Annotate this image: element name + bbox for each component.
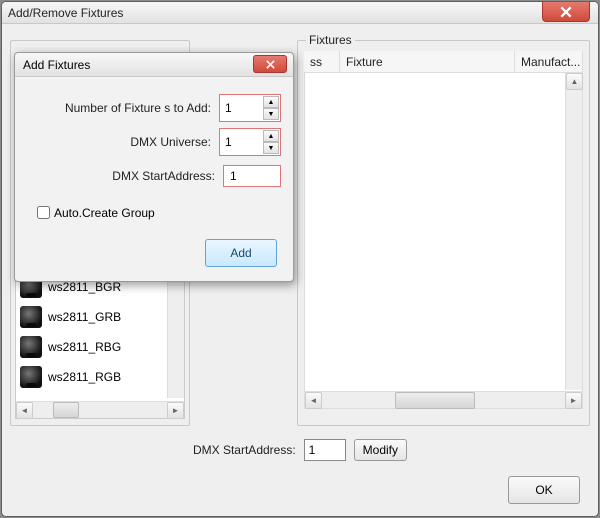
modify-button[interactable]: Modify bbox=[354, 439, 407, 461]
dmx-universe-row: DMX Universe: ▲ ▼ bbox=[27, 125, 281, 159]
num-fixtures-input[interactable] bbox=[221, 96, 263, 120]
fixtures-group-label: Fixtures bbox=[306, 33, 355, 47]
fixture-type-label: ws2811_RBG bbox=[48, 340, 121, 354]
bottom-controls: DMX StartAddress: Modify bbox=[2, 439, 598, 461]
fixture-type-label: ws2811_RGB bbox=[48, 370, 121, 384]
num-fixtures-row: Number of Fixture s to Add: ▲ ▼ bbox=[27, 91, 281, 125]
fixture-icon bbox=[20, 336, 42, 358]
fixtures-groupbox: Fixtures ss Fixture Manufact... ▲ ◄ ► bbox=[297, 40, 590, 426]
close-icon bbox=[265, 59, 276, 70]
scroll-left-icon[interactable]: ◄ bbox=[16, 402, 33, 419]
fixture-icon bbox=[20, 306, 42, 328]
column-ss[interactable]: ss bbox=[304, 51, 340, 72]
dmx-start-label: DMX StartAddress: bbox=[193, 443, 296, 457]
dmx-start-dialog-input[interactable] bbox=[223, 165, 281, 187]
add-button[interactable]: Add bbox=[205, 239, 277, 267]
list-item[interactable]: ws2811_GRB bbox=[16, 302, 167, 332]
spin-down-button[interactable]: ▼ bbox=[263, 142, 279, 154]
fixtures-hscroll[interactable]: ◄ ► bbox=[305, 391, 582, 408]
list-item[interactable]: ws2811_RBG bbox=[16, 332, 167, 362]
scroll-track[interactable] bbox=[322, 392, 565, 409]
column-manufacturer[interactable]: Manufact... bbox=[515, 51, 583, 72]
dialog-body: Number of Fixture s to Add: ▲ ▼ DMX Univ… bbox=[15, 77, 293, 232]
fixture-type-label: ws2811_BGR bbox=[48, 280, 121, 294]
ok-button[interactable]: OK bbox=[508, 476, 580, 504]
dialog-close-button[interactable] bbox=[253, 55, 287, 73]
fixture-list-hscroll[interactable]: ◄ ► bbox=[16, 401, 184, 418]
auto-create-group-checkbox[interactable] bbox=[37, 206, 50, 219]
fixtures-table-body[interactable]: ▲ ◄ ► bbox=[304, 73, 583, 409]
main-close-button[interactable] bbox=[542, 2, 590, 22]
main-window: Add/Remove Fixtures ws2811_BGR ws2811_GR… bbox=[2, 2, 598, 516]
scroll-thumb[interactable] bbox=[53, 402, 79, 418]
fixture-type-label: ws2811_GRB bbox=[48, 310, 121, 324]
dmx-start-row: DMX StartAddress: bbox=[27, 159, 281, 193]
fixture-icon bbox=[20, 366, 42, 388]
main-window-title: Add/Remove Fixtures bbox=[8, 6, 123, 20]
fixtures-vscroll[interactable]: ▲ bbox=[565, 73, 582, 390]
close-icon bbox=[559, 5, 573, 19]
auto-create-group-label: Auto.Create Group bbox=[54, 206, 155, 220]
spin-up-button[interactable]: ▲ bbox=[263, 96, 279, 108]
dialog-title: Add Fixtures bbox=[23, 58, 90, 72]
list-item[interactable]: ws2811_RGB bbox=[16, 362, 167, 392]
scroll-left-icon[interactable]: ◄ bbox=[305, 392, 322, 409]
main-titlebar: Add/Remove Fixtures bbox=[2, 2, 598, 24]
fixture-list-vscroll[interactable] bbox=[167, 272, 184, 398]
scroll-thumb[interactable] bbox=[395, 392, 475, 409]
spin-down-button[interactable]: ▼ bbox=[263, 108, 279, 120]
num-fixtures-label: Number of Fixture s to Add: bbox=[65, 101, 211, 115]
dmx-universe-label: DMX Universe: bbox=[130, 135, 211, 149]
spin-up-button[interactable]: ▲ bbox=[263, 130, 279, 142]
dialog-titlebar[interactable]: Add Fixtures bbox=[15, 53, 293, 77]
scroll-track[interactable] bbox=[33, 402, 167, 418]
main-body: ws2811_BGR ws2811_GRB ws2811_RBG ws2811_… bbox=[2, 24, 598, 516]
scroll-up-icon[interactable]: ▲ bbox=[566, 73, 583, 90]
fixtures-table-header: ss Fixture Manufact... bbox=[304, 51, 583, 73]
dmx-start-input[interactable] bbox=[304, 439, 346, 461]
fixture-type-items: ws2811_BGR ws2811_GRB ws2811_RBG ws2811_… bbox=[16, 272, 167, 398]
dmx-start-dialog-label: DMX StartAddress: bbox=[112, 169, 215, 183]
scroll-right-icon[interactable]: ► bbox=[167, 402, 184, 419]
dmx-universe-spinner: ▲ ▼ bbox=[219, 128, 281, 156]
scroll-right-icon[interactable]: ► bbox=[565, 392, 582, 409]
column-fixture[interactable]: Fixture bbox=[340, 51, 515, 72]
auto-create-group-row: Auto.Create Group bbox=[33, 203, 281, 222]
fixture-type-list[interactable]: ws2811_BGR ws2811_GRB ws2811_RBG ws2811_… bbox=[15, 271, 185, 419]
dmx-universe-input[interactable] bbox=[221, 130, 263, 154]
num-fixtures-spinner: ▲ ▼ bbox=[219, 94, 281, 122]
add-fixtures-dialog: Add Fixtures Number of Fixture s to Add:… bbox=[14, 52, 294, 282]
